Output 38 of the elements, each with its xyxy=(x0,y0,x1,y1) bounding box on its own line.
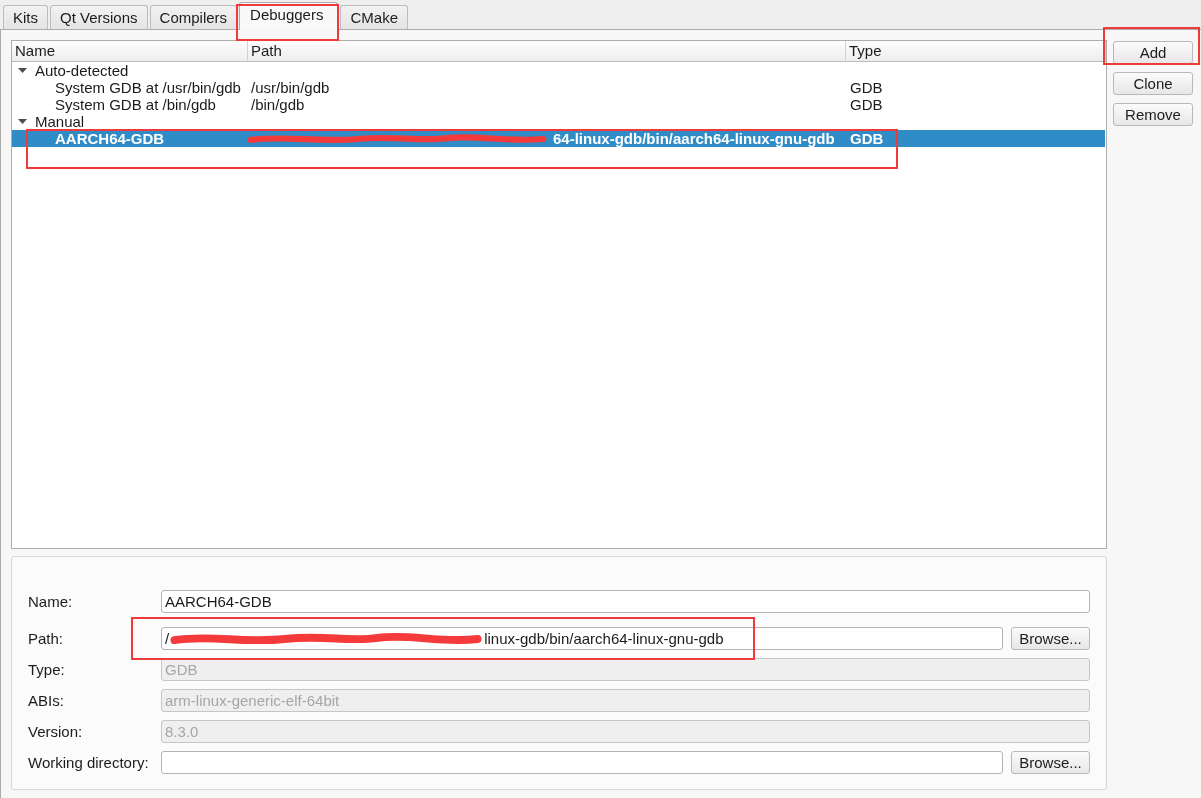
tab[interactable]: Qt Versions xyxy=(50,5,148,29)
action-button[interactable]: Clone xyxy=(1113,72,1193,95)
tree-cell-text: GDB xyxy=(849,130,885,147)
field-label: Type: xyxy=(28,661,66,678)
field-label: Name: xyxy=(28,593,74,610)
tree-group-label[interactable]: Manual xyxy=(35,113,85,130)
tree-cell-text: /usr/bin/gdb xyxy=(250,79,331,96)
tab[interactable]: CMake xyxy=(340,5,408,29)
tree-cell-text: GDB xyxy=(849,79,884,96)
action-button[interactable]: Remove xyxy=(1113,103,1193,126)
field-label: Path: xyxy=(28,630,65,647)
column-header[interactable]: Type xyxy=(846,41,1106,62)
browse-button[interactable]: Browse... xyxy=(1011,751,1090,774)
tree-cell-text: System GDB at /bin/gdb xyxy=(54,96,217,113)
tree-row[interactable]: System GDB at /bin/gdb /bin/gdb GDB xyxy=(12,96,1105,113)
tree-row[interactable]: System GDB at /usr/bin/gdb /usr/bin/gdb GDB xyxy=(12,79,1105,96)
column-header[interactable]: Path xyxy=(248,41,846,62)
text-field[interactable]: AARCH64-GDB xyxy=(161,590,1090,613)
tree-group-label[interactable]: Auto-detected xyxy=(35,62,129,79)
text-field[interactable]: / linux-gdb/bin/aarch64-linux-gnu-gdb xyxy=(161,627,1003,650)
action-button[interactable]: Add xyxy=(1113,41,1193,64)
caret-icon[interactable] xyxy=(18,68,27,73)
tree-cell: 64-linux-gdb/bin/aarch64-linux-gnu-gdb xyxy=(553,130,835,147)
field-label: ABIs: xyxy=(28,692,65,709)
tree-cell-text: /bin/gdb xyxy=(250,96,306,113)
tree-row[interactable]: AARCH64-GDB 64-linux-gdb/bin/aarch64-linux-gnu-gdb GDB xyxy=(12,130,1105,147)
tab[interactable]: Debuggers xyxy=(239,2,339,30)
field-label: Working directory: xyxy=(28,754,150,771)
browse-button[interactable]: Browse... xyxy=(1011,627,1090,650)
tree-cell-text: GDB xyxy=(849,96,884,113)
tab[interactable]: Compilers xyxy=(149,5,238,29)
tree-cell-text: AARCH64-GDB xyxy=(54,130,166,147)
text-field[interactable] xyxy=(161,751,1003,774)
tab[interactable]: Kits xyxy=(3,5,48,29)
caret-icon[interactable] xyxy=(18,119,27,124)
field-label: Version: xyxy=(28,723,84,740)
column-header[interactable]: Name xyxy=(12,41,248,62)
tree-cell-text: System GDB at /usr/bin/gdb xyxy=(54,79,242,96)
